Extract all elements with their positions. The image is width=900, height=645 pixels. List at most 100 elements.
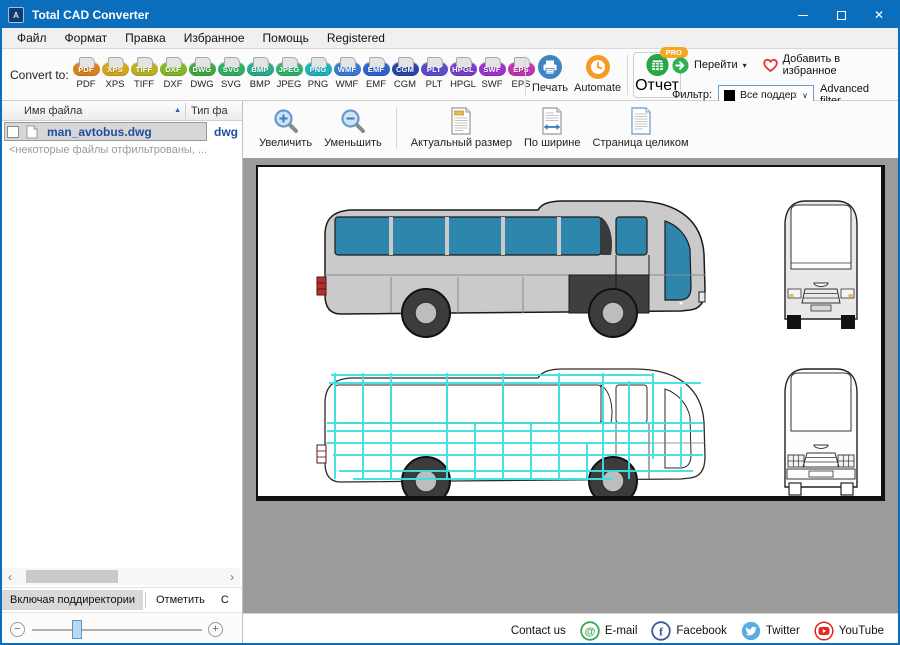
file-row[interactable]: man_avtobus.dwg dwg: [3, 122, 242, 141]
format-button[interactable]: PNG PNG: [304, 56, 332, 90]
zoom-out-button[interactable]: Уменьшить: [318, 105, 388, 151]
include-subdirs-button[interactable]: Включая поддиректории: [2, 590, 143, 610]
youtube-icon: [814, 621, 834, 641]
facebook-link[interactable]: f Facebook: [651, 621, 727, 641]
twitter-label: Twitter: [766, 625, 800, 637]
format-badge-icon: HPGL: [450, 62, 477, 76]
goto-caret-icon: ▾: [743, 61, 747, 70]
scroll-left-icon[interactable]: ‹: [2, 570, 18, 584]
format-label: PDF: [77, 79, 96, 90]
format-label: WMF: [336, 79, 359, 90]
goto-button[interactable]: Перейти ▾: [672, 57, 747, 74]
format-button[interactable]: PDF PDF: [72, 56, 100, 90]
file-panel: Имя файла ▲ Тип фа man_avtobus.dwg dwg <…: [2, 101, 242, 645]
format-button[interactable]: SWF SWF: [478, 56, 506, 90]
menu-help[interactable]: Помощь: [254, 29, 318, 47]
goto-label: Перейти: [694, 59, 738, 71]
actual-size-label: Актуальный размер: [411, 137, 512, 149]
scrollbar-track[interactable]: [18, 570, 224, 583]
format-button[interactable]: DWG DWG: [188, 56, 216, 90]
contact-us-link[interactable]: Contact us: [511, 625, 566, 637]
column-header-name[interactable]: Имя файла ▲: [2, 105, 185, 117]
email-link[interactable]: @ E-mail: [580, 621, 638, 641]
scrollbar-thumb[interactable]: [26, 570, 118, 583]
zoom-in-label: Увеличить: [259, 137, 312, 149]
format-button[interactable]: EPS EPS: [507, 56, 535, 90]
print-button[interactable]: Печать: [532, 54, 568, 94]
format-badge-icon: EPS: [508, 62, 535, 76]
file-name: man_avtobus.dwg: [47, 125, 202, 139]
menu-favorites[interactable]: Избранное: [175, 29, 254, 47]
youtube-link[interactable]: YouTube: [814, 621, 884, 641]
svg-text:@: @: [584, 626, 595, 638]
format-badge-icon: TIFF: [131, 62, 158, 76]
file-checkbox[interactable]: [7, 126, 19, 138]
filter-value: Все поддерж: [740, 89, 797, 101]
scroll-right-icon[interactable]: ›: [224, 570, 240, 584]
print-label: Печать: [532, 82, 568, 94]
format-button[interactable]: JPEG JPEG: [275, 56, 303, 90]
format-button[interactable]: EMF EMF: [362, 56, 390, 90]
slider-plus-button[interactable]: +: [208, 622, 223, 637]
column-header-type[interactable]: Тип фа: [186, 105, 228, 117]
add-favorites-button[interactable]: Добавить в избранное: [763, 53, 890, 77]
menu-registered[interactable]: Registered: [318, 29, 394, 47]
format-button[interactable]: TIFF TIFF: [130, 56, 158, 90]
format-label: TIFF: [134, 79, 154, 90]
automate-button[interactable]: Automate: [574, 54, 621, 94]
app-icon: A: [8, 7, 24, 23]
format-label: SVG: [221, 79, 241, 90]
format-badge-icon: XPS: [102, 62, 129, 76]
format-button[interactable]: BMP BMP: [246, 56, 274, 90]
format-badge-icon: BMP: [247, 62, 274, 76]
format-button[interactable]: HPGL HPGL: [449, 56, 477, 90]
zoom-out-label: Уменьшить: [324, 137, 382, 149]
zoom-in-button[interactable]: Увеличить: [253, 105, 318, 151]
minimize-button[interactable]: [784, 2, 822, 28]
format-label: HPGL: [450, 79, 476, 90]
format-button[interactable]: SVG SVG: [217, 56, 245, 90]
format-label: JPEG: [277, 79, 302, 90]
sort-asc-icon: ▲: [174, 107, 185, 114]
format-button[interactable]: WMF WMF: [333, 56, 361, 90]
mark-button[interactable]: Отметить: [148, 590, 213, 610]
filter-label: Фильтр:: [672, 89, 712, 101]
format-label: DWG: [190, 79, 213, 90]
format-badge-icon: PLT: [421, 62, 448, 76]
maximize-button[interactable]: [822, 2, 860, 28]
menu-edit[interactable]: Правка: [116, 29, 175, 47]
zoom-out-icon: [339, 107, 367, 135]
mark-extra-button[interactable]: С: [213, 590, 237, 610]
fit-width-button[interactable]: По ширине: [518, 105, 587, 151]
menu-format[interactable]: Формат: [56, 29, 117, 47]
format-badge-icon: PDF: [73, 62, 100, 76]
format-badge-icon: EMF: [363, 62, 390, 76]
print-icon: [537, 54, 563, 80]
facebook-label: Facebook: [676, 625, 727, 637]
format-button[interactable]: DXF DXF: [159, 56, 187, 90]
minimize-icon: [798, 15, 808, 16]
actual-size-button[interactable]: Актуальный размер: [405, 105, 518, 151]
close-button[interactable]: ✕: [860, 2, 898, 28]
horizontal-scrollbar[interactable]: ‹ ›: [2, 568, 240, 585]
slider-thumb[interactable]: [72, 620, 82, 639]
format-button[interactable]: XPS XPS: [101, 56, 129, 90]
whole-page-button[interactable]: Страница целиком: [587, 105, 695, 151]
format-label: PNG: [308, 79, 329, 90]
format-label: EMF: [366, 79, 386, 90]
format-badge-icon: CGM: [392, 62, 419, 76]
format-button[interactable]: CGM CGM: [391, 56, 419, 90]
preview-area[interactable]: [243, 158, 900, 613]
twitter-link[interactable]: Twitter: [741, 621, 800, 641]
format-label: CGM: [394, 79, 416, 90]
button-divider: [145, 592, 146, 608]
format-button[interactable]: PLT PLT: [420, 56, 448, 90]
format-badge-icon: SWF: [479, 62, 506, 76]
slider-minus-button[interactable]: −: [10, 622, 25, 637]
menu-file[interactable]: Файл: [8, 29, 56, 47]
facebook-icon: f: [651, 621, 671, 641]
view-toolbar: Увеличить Уменьшить: [243, 101, 900, 158]
format-label: DXF: [164, 79, 183, 90]
slider-track[interactable]: [32, 629, 202, 631]
format-badge-icon: WMF: [334, 62, 361, 76]
